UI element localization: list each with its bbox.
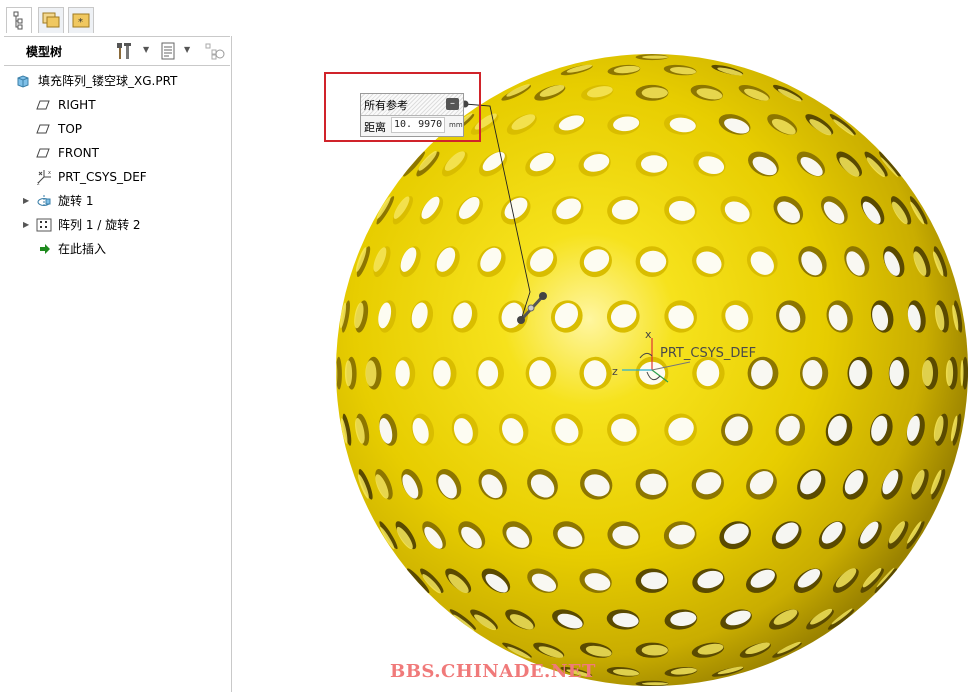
folder-browser-tab[interactable] xyxy=(38,7,64,33)
watermark: BBS.CHINADE.NET xyxy=(390,661,596,682)
tree-item-csys[interactable]: z x PRT_CSYS_DEF xyxy=(4,166,230,188)
model-tree-panel: * 模型树 ▼ ▼ 填充阵列_镂空球_XG.PRT RIGHT TOP FRON… xyxy=(0,0,232,692)
sphere-hole-inner xyxy=(641,87,668,99)
filter-icon[interactable] xyxy=(204,41,226,61)
sphere-hole-inner xyxy=(640,473,667,495)
tree-item-pattern-1[interactable]: ▶ 阵列 1 / 旋转 2 xyxy=(4,214,230,236)
model-tree-tab[interactable] xyxy=(6,7,32,33)
axis-x-label: x xyxy=(645,328,652,341)
show-options-icon[interactable] xyxy=(158,41,178,61)
tree-item-revolve-1[interactable]: ▶ 旋转 1 xyxy=(4,190,230,212)
tree-item-label: 填充阵列_镂空球_XG.PRT xyxy=(38,74,178,88)
tree-title: 模型树 xyxy=(26,45,63,59)
tree-item-top[interactable]: TOP xyxy=(4,118,230,140)
sphere-hole-inner xyxy=(640,250,667,273)
tree-item-label: FRONT xyxy=(58,146,99,160)
folder-browser-icon xyxy=(42,12,60,28)
settings-tools-icon[interactable] xyxy=(114,41,136,61)
tree-item-label: 旋转 1 xyxy=(58,194,94,208)
sphere-hole-inner xyxy=(641,155,668,173)
tree-item-part[interactable]: 填充阵列_镂空球_XG.PRT xyxy=(4,70,230,92)
tree-item-label: RIGHT xyxy=(58,98,96,112)
datum-plane-icon xyxy=(36,100,50,110)
show-dropdown-chevron-icon[interactable]: ▼ xyxy=(184,45,190,54)
datum-plane-icon xyxy=(36,148,50,158)
favorites-icon: * xyxy=(72,13,90,28)
tree-item-label: 阵列 1 / 旋转 2 xyxy=(58,218,141,232)
svg-text:x: x xyxy=(48,170,51,176)
settings-dropdown-chevron-icon[interactable]: ▼ xyxy=(143,45,149,54)
tree-item-insert-here[interactable]: 在此插入 xyxy=(4,238,230,260)
tree-item-label: 在此插入 xyxy=(58,242,107,256)
csys-label: PRT_CSYS_DEF xyxy=(660,346,757,361)
tree-item-front[interactable]: FRONT xyxy=(4,142,230,164)
axis-z-label: z xyxy=(612,365,618,378)
highlight-box xyxy=(324,72,481,142)
svg-text:z: z xyxy=(37,181,40,185)
datum-plane-icon xyxy=(36,124,50,134)
pattern-icon xyxy=(36,218,52,232)
sphere-hole-inner xyxy=(642,55,669,59)
sphere-hole-inner xyxy=(641,644,668,656)
tree-toolbar: 模型树 ▼ ▼ xyxy=(4,36,230,66)
svg-text:*: * xyxy=(78,17,83,28)
insert-here-arrow-icon xyxy=(40,244,50,254)
coordinate-system-icon: z x xyxy=(37,170,51,185)
revolve-icon xyxy=(37,195,51,207)
model-tree-tab-icon xyxy=(13,11,23,30)
tree-item-right[interactable]: RIGHT xyxy=(4,94,230,116)
favorites-tab[interactable]: * xyxy=(68,7,94,33)
part-icon xyxy=(17,75,29,88)
sphere-hole-inner xyxy=(642,682,669,686)
sphere-hole-inner xyxy=(641,572,668,590)
expand-arrow-icon[interactable]: ▶ xyxy=(23,190,29,212)
tree-item-label: TOP xyxy=(58,122,83,136)
tree-item-label: PRT_CSYS_DEF xyxy=(58,170,147,184)
expand-arrow-icon[interactable]: ▶ xyxy=(23,214,29,236)
panel-tabs: * xyxy=(0,0,232,36)
